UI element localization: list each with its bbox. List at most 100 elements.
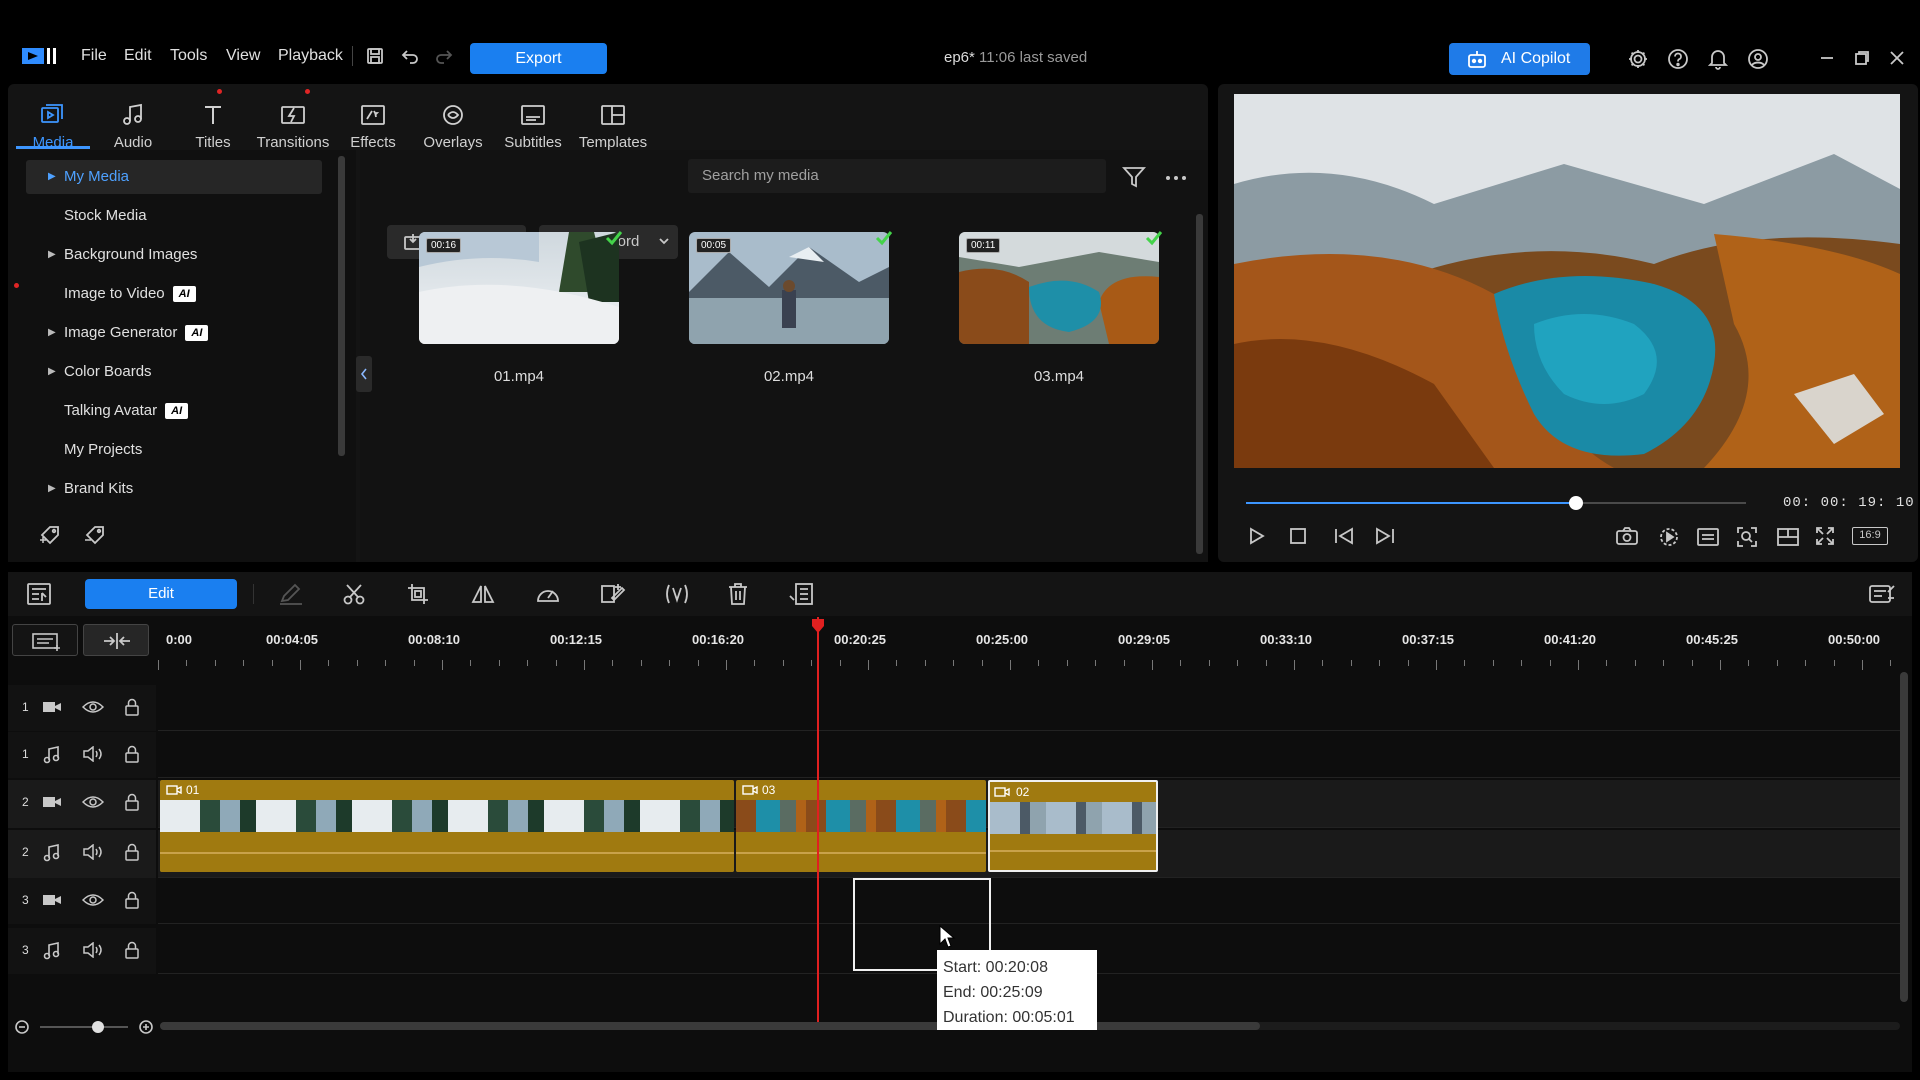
tree-item-background-images[interactable]: ▶ Background Images: [26, 238, 322, 272]
flip-icon[interactable]: [470, 583, 496, 605]
tree-item-stock-media[interactable]: Stock Media: [26, 199, 322, 233]
help-icon[interactable]: [1667, 48, 1689, 70]
track-lane-audio-1[interactable]: [158, 732, 1900, 778]
lock-icon[interactable]: [124, 891, 140, 909]
lock-icon[interactable]: [124, 843, 140, 861]
zoom-slider-handle[interactable]: [92, 1021, 104, 1033]
clip-02[interactable]: 02: [988, 780, 1158, 872]
lock-icon[interactable]: [124, 745, 140, 763]
playhead[interactable]: [817, 617, 819, 1029]
tree-scrollbar[interactable]: [338, 156, 345, 456]
stop-icon[interactable]: [1289, 527, 1307, 545]
split-scissors-icon[interactable]: [342, 583, 366, 605]
redo-icon[interactable]: [435, 48, 453, 64]
restore-icon[interactable]: [1854, 50, 1870, 66]
close-icon[interactable]: [1889, 50, 1905, 66]
settings-gear-icon[interactable]: [1627, 48, 1649, 70]
account-icon[interactable]: [1747, 48, 1769, 70]
media-thumbnail-03[interactable]: 00:11: [959, 232, 1159, 344]
speaker-volume-icon[interactable]: [82, 844, 104, 860]
filter-icon[interactable]: [1122, 166, 1146, 188]
collapse-tree-button[interactable]: [356, 356, 372, 392]
aspect-ratio-button[interactable]: 16:9: [1852, 527, 1888, 545]
zoom-in-icon[interactable]: [138, 1019, 154, 1035]
tree-item-image-generator[interactable]: ▶ Image Generator AI: [26, 316, 322, 350]
zoom-out-icon[interactable]: [14, 1019, 30, 1035]
menu-edit[interactable]: Edit: [124, 47, 152, 65]
menu-playback[interactable]: Playback: [278, 47, 343, 65]
pen-tool-icon[interactable]: [278, 583, 304, 605]
zoom-slider-track[interactable]: [40, 1026, 128, 1028]
crop-icon[interactable]: [406, 582, 432, 606]
expand-arrow-icon[interactable]: ▶: [48, 355, 56, 389]
tree-item-color-boards[interactable]: ▶ Color Boards: [26, 355, 322, 389]
save-icon[interactable]: [366, 47, 384, 65]
menu-file[interactable]: File: [81, 47, 107, 65]
play-icon[interactable]: [1246, 526, 1266, 546]
snapshot-camera-icon[interactable]: [1615, 526, 1639, 546]
add-track-button[interactable]: [12, 624, 78, 656]
add-tag-icon[interactable]: [38, 523, 62, 545]
more-options-icon[interactable]: [1166, 176, 1186, 180]
minimize-icon[interactable]: [1819, 50, 1835, 66]
lock-icon[interactable]: [124, 698, 140, 716]
clip-01[interactable]: 01: [160, 780, 734, 872]
playback-quality-icon[interactable]: [1657, 525, 1681, 547]
media-thumbnail-01[interactable]: 00:16: [419, 232, 619, 344]
playhead-handle[interactable]: [811, 618, 825, 634]
menu-view[interactable]: View: [226, 47, 260, 65]
edit-button[interactable]: Edit: [85, 579, 237, 609]
expand-arrow-icon[interactable]: ▶: [48, 238, 56, 272]
track-lane-video-3[interactable]: [158, 878, 1900, 924]
media-scrollbar[interactable]: [1196, 214, 1203, 554]
tree-item-talking-avatar[interactable]: Talking Avatar AI: [26, 394, 322, 428]
lock-icon[interactable]: [124, 941, 140, 959]
tree-item-brand-kits[interactable]: ▶ Brand Kits: [26, 472, 322, 506]
remove-tag-icon[interactable]: [83, 523, 107, 545]
marker-list-icon[interactable]: [788, 582, 816, 606]
eye-visibility-icon[interactable]: [82, 892, 104, 908]
timeline-layout-icon[interactable]: [26, 582, 52, 606]
next-frame-icon[interactable]: [1373, 526, 1397, 546]
tree-item-image-to-video[interactable]: Image to Video AI: [26, 277, 322, 311]
tree-item-my-projects[interactable]: My Projects: [26, 433, 322, 467]
eye-visibility-icon[interactable]: [82, 699, 104, 715]
clip-03[interactable]: 03: [736, 780, 986, 872]
eye-visibility-icon[interactable]: [82, 794, 104, 810]
speaker-volume-icon[interactable]: [82, 942, 104, 958]
previous-frame-icon[interactable]: [1332, 526, 1356, 546]
ai-copilot-button[interactable]: AI Copilot: [1449, 43, 1590, 75]
expand-arrow-icon[interactable]: ▶: [48, 316, 56, 350]
timeline-settings-icon[interactable]: [1868, 582, 1896, 606]
tab-media[interactable]: Media: [13, 100, 93, 151]
search-input[interactable]: Search my media: [688, 159, 1106, 193]
tab-audio[interactable]: Audio: [93, 100, 173, 151]
tab-templates[interactable]: Templates: [573, 100, 653, 151]
tab-effects[interactable]: Effects: [333, 100, 413, 151]
tab-subtitles[interactable]: Subtitles: [493, 100, 573, 151]
expand-arrow-icon[interactable]: ▶: [48, 472, 56, 506]
ai-effect-icon[interactable]: [663, 583, 691, 605]
expand-arrow-icon[interactable]: ▶: [48, 160, 56, 194]
playback-progress-track[interactable]: [1246, 496, 1746, 510]
preview-video[interactable]: [1234, 94, 1900, 468]
tree-item-my-media[interactable]: ▶ My Media: [26, 160, 322, 194]
fit-timeline-button[interactable]: [83, 624, 149, 656]
lock-icon[interactable]: [124, 793, 140, 811]
speed-gauge-icon[interactable]: [535, 583, 561, 605]
playback-scrubber-handle[interactable]: [1569, 496, 1583, 510]
speaker-volume-icon[interactable]: [82, 746, 104, 762]
subtitles-toggle-icon[interactable]: [1696, 527, 1720, 547]
timeline-ruler[interactable]: 0:00 00:04:05 00:08:10 00:12:15 00:16:20 00:2…: [158, 632, 1898, 682]
notification-bell-icon[interactable]: [1708, 48, 1728, 70]
track-lane-video-1[interactable]: [158, 685, 1900, 731]
delete-trash-icon[interactable]: [727, 582, 749, 606]
export-button[interactable]: Export: [470, 43, 607, 74]
undo-icon[interactable]: [401, 48, 419, 64]
tab-transitions[interactable]: Transitions: [253, 100, 333, 151]
media-thumbnail-02[interactable]: 00:05: [689, 232, 889, 344]
tab-overlays[interactable]: Overlays: [413, 100, 493, 151]
fullscreen-icon[interactable]: [1815, 526, 1835, 546]
menu-tools[interactable]: Tools: [170, 47, 207, 65]
layout-icon[interactable]: [1776, 527, 1800, 547]
